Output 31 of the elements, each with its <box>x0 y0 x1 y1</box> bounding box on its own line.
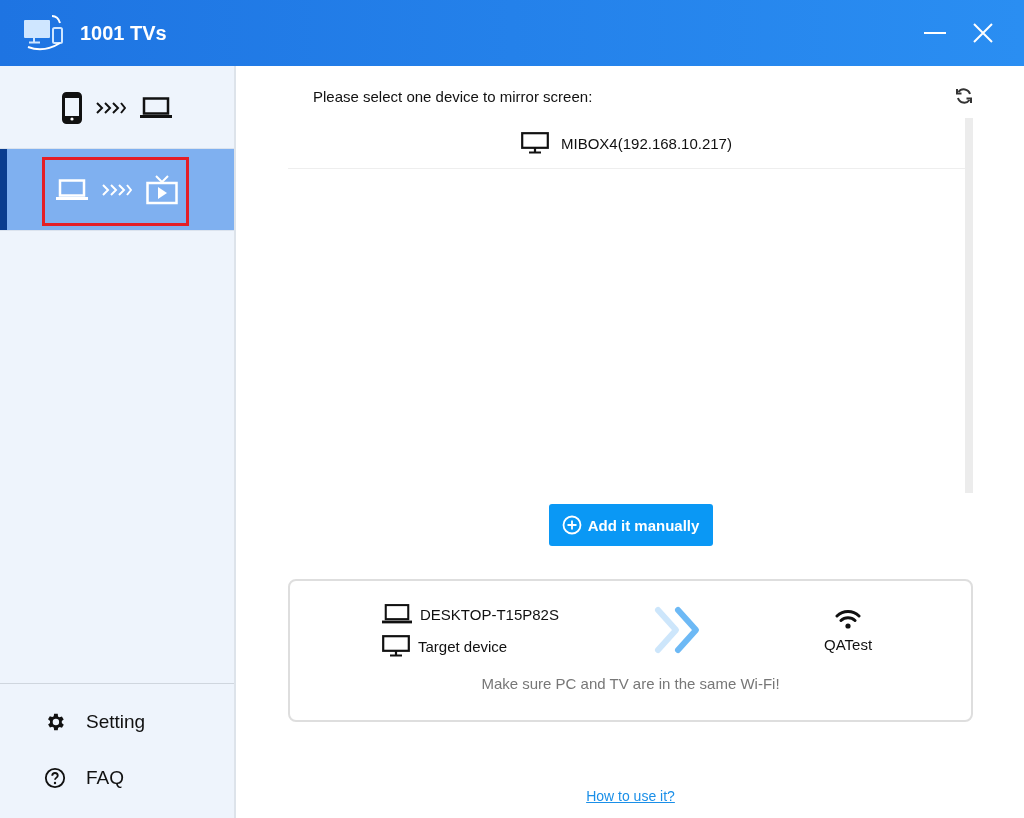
refresh-icon <box>955 87 973 105</box>
chevrons-icon <box>102 183 132 196</box>
target-device-label: Target device <box>418 637 508 655</box>
menu-label[interactable]: FAQ <box>86 767 124 789</box>
phone-icon <box>62 91 82 124</box>
chevrons-icon <box>96 101 126 114</box>
menu-item[interactable]: Setting <box>0 694 234 750</box>
tv-play-icon <box>146 174 178 205</box>
laptop-icon <box>140 96 172 119</box>
close-button[interactable] <box>972 22 994 44</box>
minimize-icon <box>924 32 946 34</box>
prompt-text: Please select one device to mirror screen: <box>313 87 593 105</box>
device-name[interactable]: MIBOX4(192.168.10.217) <box>561 134 732 152</box>
device-row[interactable]: MIBOX4(192.168.10.217) <box>288 118 965 169</box>
mode-tab[interactable] <box>0 149 234 231</box>
close-icon <box>972 22 994 44</box>
menu-label[interactable]: Setting <box>86 711 146 733</box>
help-link[interactable]: How to use it? <box>586 788 675 804</box>
plus-circle-icon <box>561 515 582 535</box>
laptop-icon <box>56 178 88 201</box>
network-name: QATest <box>824 635 873 653</box>
laptop-icon <box>382 603 412 625</box>
source-device-name: DESKTOP-T15P82S <box>420 605 559 623</box>
window-title: 1001 TVs <box>80 21 167 45</box>
wifi-icon <box>835 607 862 630</box>
monitor-icon <box>521 132 549 154</box>
monitor-icon <box>382 635 410 657</box>
network-hint: Make sure PC and TV are in the same Wi-Fi! <box>480 675 781 692</box>
menu-item[interactable]: FAQ <box>0 750 234 806</box>
help-icon <box>44 767 66 789</box>
logo-icon <box>22 13 66 53</box>
